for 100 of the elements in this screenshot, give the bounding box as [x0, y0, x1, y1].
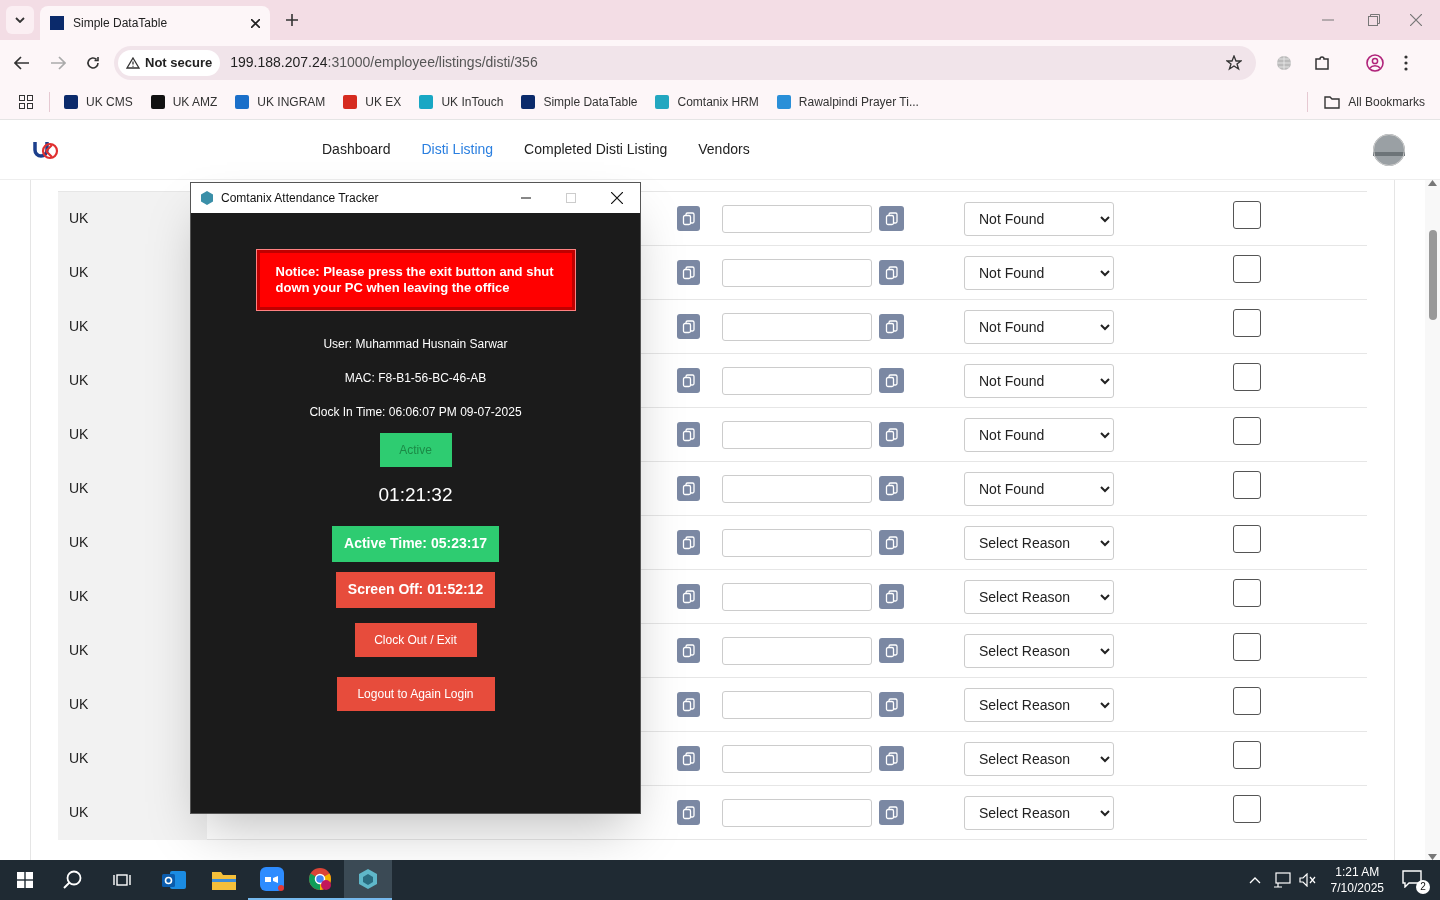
avatar[interactable]	[1373, 133, 1405, 166]
bookmark[interactable]: UK InTouch	[419, 93, 504, 111]
folder-app-icon[interactable]	[212, 870, 236, 890]
bookmark[interactable]: Rawalpindi Prayer Ti...	[776, 93, 919, 111]
checkbox[interactable]	[1233, 416, 1261, 445]
action-button[interactable]: Clock Out / Exit	[354, 622, 477, 657]
bookmark[interactable]: UK INGRAM	[235, 93, 326, 111]
copy-button[interactable]	[879, 746, 904, 771]
copy-button[interactable]	[677, 206, 700, 231]
bookmark[interactable]: Simple DataTable	[521, 93, 638, 111]
security-chip[interactable]: Not secure	[118, 49, 221, 76]
copy-button[interactable]	[677, 746, 700, 771]
checkbox[interactable]	[1233, 740, 1261, 769]
browser-app-icon[interactable]	[308, 867, 332, 891]
network-icon[interactable]	[1272, 872, 1291, 888]
copy-button[interactable]	[879, 260, 904, 285]
copy-button[interactable]	[677, 422, 700, 447]
copy-button[interactable]	[677, 800, 700, 825]
copy-button[interactable]	[677, 530, 700, 555]
back-icon[interactable]	[14, 55, 30, 70]
profile-icon[interactable]	[1366, 53, 1384, 72]
all-bookmarks-button[interactable]: All Bookmarks	[1324, 93, 1425, 111]
copy-button[interactable]	[879, 530, 904, 555]
copy-button[interactable]	[879, 692, 904, 717]
reason-dropdown[interactable]: Not Found	[964, 201, 1114, 236]
checkbox[interactable]	[1233, 308, 1261, 337]
bookmark[interactable]: UK EX	[343, 93, 402, 111]
scroll-up-icon[interactable]	[1428, 180, 1437, 186]
forward-icon[interactable]	[50, 55, 66, 70]
close-tab-icon[interactable]	[251, 18, 260, 28]
reason-dropdown[interactable]: Select Reason	[964, 687, 1114, 722]
copy-button[interactable]	[677, 584, 700, 609]
search-icon[interactable]	[63, 870, 83, 890]
checkbox[interactable]	[1233, 524, 1261, 553]
checkbox[interactable]	[1233, 794, 1261, 823]
nav-link[interactable]: Disti Listing	[421, 139, 494, 160]
browser-tab[interactable]: Simple DataTable	[40, 6, 270, 40]
reason-dropdown[interactable]: Not Found	[964, 471, 1114, 506]
reason-dropdown[interactable]: Not Found	[964, 417, 1114, 452]
copy-button[interactable]	[677, 692, 700, 717]
puzzle-icon[interactable]	[1314, 54, 1330, 71]
copy-button[interactable]	[677, 368, 700, 393]
copy-button[interactable]	[879, 368, 904, 393]
reload-icon[interactable]	[86, 55, 100, 70]
text-input[interactable]	[722, 582, 872, 611]
checkbox[interactable]	[1233, 470, 1261, 499]
chevron-up-icon[interactable]	[1248, 876, 1261, 884]
reason-dropdown[interactable]: Select Reason	[964, 741, 1114, 776]
copy-button[interactable]	[879, 800, 904, 825]
nav-link[interactable]: Completed Disti Listing	[524, 139, 668, 160]
copy-button[interactable]	[879, 476, 904, 501]
checkbox[interactable]	[1233, 632, 1261, 661]
reason-dropdown[interactable]: Select Reason	[964, 579, 1114, 614]
text-input[interactable]	[722, 366, 872, 395]
copy-button[interactable]	[677, 476, 700, 501]
tab-list-button[interactable]	[6, 6, 34, 34]
checkbox[interactable]	[1233, 362, 1261, 391]
bookmark[interactable]: UK CMS	[64, 93, 133, 111]
apps-icon[interactable]	[19, 95, 33, 109]
scrollbar-thumb[interactable]	[1429, 230, 1437, 320]
text-input[interactable]	[722, 312, 872, 341]
checkbox[interactable]	[1233, 200, 1261, 229]
restore-icon[interactable]	[1368, 14, 1380, 26]
text-input[interactable]	[722, 474, 872, 503]
text-input[interactable]	[722, 744, 872, 773]
menu-icon[interactable]	[1404, 54, 1408, 71]
text-input[interactable]	[722, 420, 872, 449]
reason-dropdown[interactable]: Select Reason	[964, 633, 1114, 668]
checkbox[interactable]	[1233, 686, 1261, 715]
bookmark[interactable]: UK AMZ	[150, 93, 218, 111]
mail-app-icon[interactable]	[162, 869, 186, 891]
text-input[interactable]	[722, 258, 872, 287]
reason-dropdown[interactable]: Not Found	[964, 255, 1114, 290]
copy-button[interactable]	[879, 206, 904, 231]
copy-button[interactable]	[677, 638, 700, 663]
copy-button[interactable]	[879, 314, 904, 339]
text-input[interactable]	[722, 636, 872, 665]
windows-start-icon[interactable]	[17, 872, 33, 888]
checkbox[interactable]	[1233, 254, 1261, 283]
reason-dropdown[interactable]: Not Found	[964, 363, 1114, 398]
action-button[interactable]: Logout to Again Login	[336, 676, 495, 711]
video-app-icon[interactable]	[260, 867, 284, 891]
text-input[interactable]	[722, 690, 872, 719]
copy-button[interactable]	[879, 584, 904, 609]
reason-dropdown[interactable]: Not Found	[964, 309, 1114, 344]
copy-button[interactable]	[677, 314, 700, 339]
copy-button[interactable]	[677, 260, 700, 285]
tracker-app-icon[interactable]	[357, 868, 379, 890]
reason-dropdown[interactable]: Select Reason	[964, 525, 1114, 560]
nav-link[interactable]: Vendors	[698, 139, 750, 160]
address-bar[interactable]: Not secure 199.188.207.24:31000/employee/listings/disti/356	[114, 45, 1256, 80]
checkbox[interactable]	[1233, 578, 1261, 607]
task-view-icon[interactable]	[113, 872, 131, 888]
close-icon[interactable]	[611, 192, 623, 204]
copy-button[interactable]	[879, 422, 904, 447]
star-icon[interactable]	[1226, 54, 1242, 71]
nav-link[interactable]: Dashboard	[322, 139, 391, 160]
text-input[interactable]	[722, 798, 872, 827]
clock[interactable]: 1:21 AM 7/10/2025	[1330, 864, 1384, 896]
muted-speaker-icon[interactable]	[1298, 873, 1317, 887]
